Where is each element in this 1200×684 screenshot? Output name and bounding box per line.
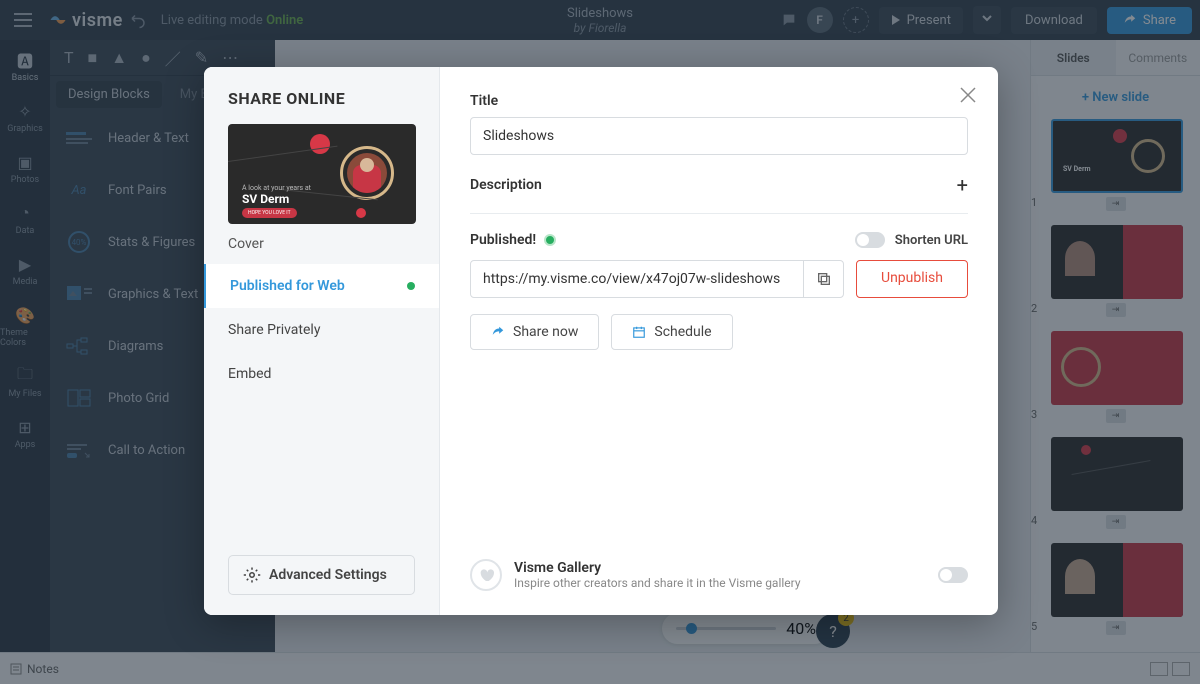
cover-label: Cover xyxy=(204,236,439,264)
copy-url-button[interactable] xyxy=(803,261,843,297)
schedule-button[interactable]: Schedule xyxy=(611,314,732,350)
description-label: Description xyxy=(470,177,542,193)
shorten-url-toggle[interactable] xyxy=(855,232,885,248)
heart-icon xyxy=(470,559,502,591)
shorten-url-label: Shorten URL xyxy=(895,233,968,248)
cover-thumbnail[interactable]: A look at your years at SV Derm HOPE YOU… xyxy=(228,124,416,224)
close-icon[interactable] xyxy=(958,85,978,105)
share-modal: SHARE ONLINE A look at your years at SV … xyxy=(204,67,998,615)
published-status: Published! xyxy=(470,232,556,248)
published-dot-icon xyxy=(544,234,556,246)
nav-embed[interactable]: Embed xyxy=(204,352,439,396)
nav-published-for-web[interactable]: Published for Web xyxy=(204,264,439,308)
share-now-button[interactable]: Share now xyxy=(470,314,599,350)
calendar-icon xyxy=(632,325,646,339)
copy-icon xyxy=(816,271,832,287)
advanced-settings-button[interactable]: Advanced Settings xyxy=(228,555,415,595)
title-label: Title xyxy=(470,93,968,109)
gallery-title: Visme Gallery xyxy=(514,560,801,576)
published-status-dot xyxy=(407,282,415,290)
add-description-button[interactable]: + xyxy=(957,173,968,197)
modal-heading: SHARE ONLINE xyxy=(204,89,439,124)
share-now-icon xyxy=(491,325,505,339)
nav-share-privately[interactable]: Share Privately xyxy=(204,308,439,352)
share-url[interactable]: https://my.visme.co/view/x47oj07w-slides… xyxy=(471,261,803,297)
title-input[interactable] xyxy=(470,117,968,155)
unpublish-button[interactable]: Unpublish xyxy=(856,260,968,298)
gear-icon xyxy=(243,566,261,584)
gallery-subtitle: Inspire other creators and share it in t… xyxy=(514,576,801,590)
gallery-toggle[interactable] xyxy=(938,567,968,583)
